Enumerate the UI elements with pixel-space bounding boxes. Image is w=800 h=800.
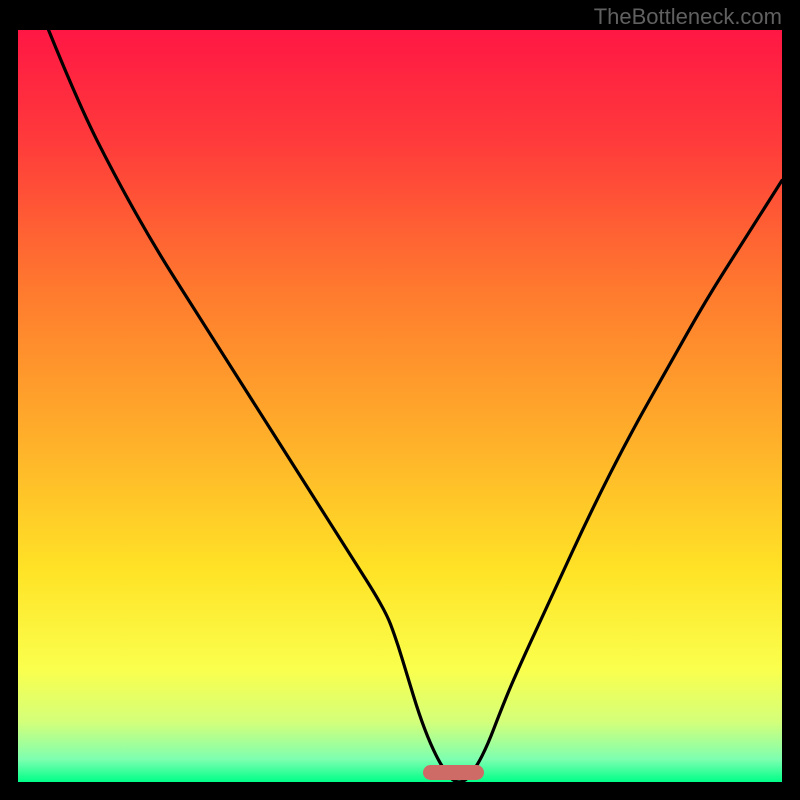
plot-area [18, 30, 782, 782]
bottleneck-curve [18, 30, 782, 782]
optimum-marker [423, 765, 484, 780]
watermark-text: TheBottleneck.com [594, 4, 782, 30]
